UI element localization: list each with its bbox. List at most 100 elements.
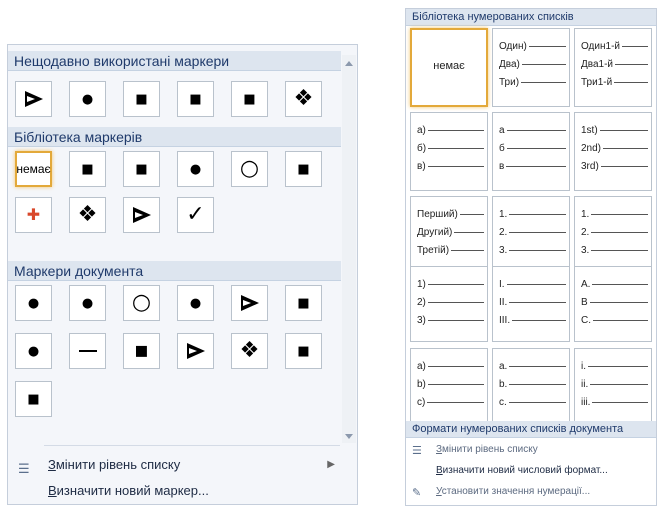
arrowhead-bullet-icon xyxy=(186,343,205,359)
bullet-option[interactable] xyxy=(123,197,160,233)
numbering-preview-line: I. xyxy=(499,277,566,291)
numbering-preview-line: 2nd) xyxy=(581,141,648,155)
bullet-option[interactable] xyxy=(231,285,268,321)
bullet-option[interactable]: ■ xyxy=(123,151,160,187)
numbering-option[interactable]: I. II. III. xyxy=(492,266,570,342)
bullet-option[interactable]: ■ xyxy=(285,151,322,187)
bullet-option[interactable]: ✓ xyxy=(177,197,214,233)
bullet-option[interactable]: ○ xyxy=(231,151,268,187)
circle-bullet-icon: ○ xyxy=(131,290,152,315)
numbering-label: Два) xyxy=(499,58,520,70)
small-square-bullet-icon: ▪ xyxy=(134,338,149,363)
submenu-arrow-icon: ▶ xyxy=(327,459,335,470)
bullet-option[interactable]: ■ xyxy=(177,81,214,117)
circle-bullet-icon: ○ xyxy=(239,156,260,181)
numbering-label: в) xyxy=(417,160,426,172)
define-new-number-format-item[interactable]: Визначити новий числовий формат... xyxy=(406,462,656,480)
numbering-preview-line: Третій) xyxy=(417,243,484,257)
numbering-option[interactable]: 1st) 2nd) 3rd) xyxy=(574,112,652,191)
numbering-label: b. xyxy=(499,378,508,390)
bullet-option[interactable]: ■ xyxy=(15,381,52,417)
preview-rule xyxy=(521,81,566,83)
diamond-cluster-bullet-icon: ❖ xyxy=(293,86,314,111)
bullet-option[interactable]: ❖ xyxy=(285,81,322,117)
numbering-option[interactable]: Один1-й Два1-й Три1-й xyxy=(574,28,652,107)
numbering-option[interactable]: i. ii. iii. xyxy=(574,348,652,427)
num-change-list-level-item[interactable]: ☰ Змінити рівень списку xyxy=(406,441,656,459)
numbering-label: b) xyxy=(417,378,426,390)
bullet-option[interactable]: ■ xyxy=(231,81,268,117)
bullet-option[interactable]: ▪ xyxy=(123,333,160,369)
numbering-preview-line: i. xyxy=(581,359,648,373)
numbering-label: 2. xyxy=(499,226,508,238)
bullet-library-header: Бібліотека маркерів xyxy=(8,127,341,147)
square-bullet-icon: ■ xyxy=(81,161,94,177)
numbering-option[interactable]: Перший) Другий) Третій) xyxy=(410,196,488,275)
numbering-option[interactable]: немає xyxy=(410,28,488,107)
square-bullet-icon: ■ xyxy=(27,391,40,407)
scroll-down-arrow-icon[interactable] xyxy=(345,434,353,439)
dot-bullet-icon: ● xyxy=(81,91,94,107)
numbering-option[interactable]: a) b) c) xyxy=(410,348,488,427)
set-numbering-value-item[interactable]: ✎ Установити значення нумерації... xyxy=(406,483,656,501)
bullet-option[interactable]: ○ xyxy=(123,285,160,321)
bullet-option[interactable]: ❖ xyxy=(69,197,106,233)
bullet-option[interactable] xyxy=(15,81,52,117)
numbering-preview-line: Один1-й xyxy=(581,39,648,53)
check-bullet-icon: ✓ xyxy=(186,202,205,227)
numbering-option[interactable]: 1. 2. 3. xyxy=(492,196,570,275)
bullet-option[interactable]: немає xyxy=(15,151,52,187)
change-list-level-item[interactable]: ☰ Змінити рівень списку ▶ xyxy=(8,453,341,477)
preview-rule xyxy=(459,213,484,215)
define-new-bullet-item[interactable]: Визначити новий маркер... xyxy=(8,479,341,503)
numbering-option[interactable]: 1. 2. 3. xyxy=(574,196,652,275)
bullet-option[interactable]: ✚ xyxy=(15,197,52,233)
bullet-option[interactable] xyxy=(69,333,106,369)
numbering-label: a) xyxy=(417,360,426,372)
bullet-option[interactable]: ■ xyxy=(69,151,106,187)
bullet-option[interactable]: ● xyxy=(69,285,106,321)
numbering-label: iii. xyxy=(581,396,591,408)
numbering-label: 2. xyxy=(581,226,590,238)
numbering-label: B xyxy=(581,296,588,308)
numbering-label: II. xyxy=(499,296,508,308)
bullet-option[interactable]: ● xyxy=(177,285,214,321)
scroll-up-arrow-icon[interactable] xyxy=(345,61,353,66)
preview-rule xyxy=(427,401,484,403)
numbering-label: c) xyxy=(417,396,426,408)
numbering-preview-line: iii. xyxy=(581,395,648,409)
numbering-option[interactable]: 1) 2) 3) xyxy=(410,266,488,342)
numbering-option[interactable]: A. B C. xyxy=(574,266,652,342)
bullet-panel-scrollbar[interactable] xyxy=(342,55,356,443)
bullet-option[interactable]: ● xyxy=(15,285,52,321)
numbering-preview-line: а) xyxy=(417,123,484,137)
preview-rule xyxy=(427,365,484,367)
numbering-preview-line: 1. xyxy=(581,207,648,221)
numbering-label: Другий) xyxy=(417,226,453,238)
numbering-label: Один) xyxy=(499,40,527,52)
bullet-option[interactable]: ■ xyxy=(285,285,322,321)
numbering-preview-line: B xyxy=(581,295,648,309)
bullet-option[interactable]: ● xyxy=(15,333,52,369)
bullet-option[interactable]: ● xyxy=(177,151,214,187)
preview-rule xyxy=(427,283,484,285)
set-value-icon: ✎ xyxy=(412,486,422,499)
bullet-option[interactable] xyxy=(177,333,214,369)
bullet-option[interactable]: ● xyxy=(69,81,106,117)
bullet-option[interactable]: ■ xyxy=(285,333,322,369)
numbering-label: Третій) xyxy=(417,244,450,256)
numbering-option[interactable]: а) б) в) xyxy=(410,112,488,191)
numbering-label: в xyxy=(499,160,505,172)
bullet-option[interactable]: ❖ xyxy=(231,333,268,369)
numbering-option[interactable]: a. b. c. xyxy=(492,348,570,427)
dash-bullet-icon xyxy=(78,350,97,352)
preview-rule xyxy=(506,283,566,285)
preview-rule xyxy=(508,401,566,403)
bullet-option[interactable]: ■ xyxy=(123,81,160,117)
preview-rule xyxy=(509,231,566,233)
numbering-label: 3) xyxy=(417,314,426,326)
numbering-option[interactable]: абв xyxy=(492,112,570,191)
numbering-option[interactable]: Один) Два) Три) xyxy=(492,28,570,107)
dot-bullet-icon: ● xyxy=(27,343,40,359)
numbering-preview-line: 2) xyxy=(417,295,484,309)
